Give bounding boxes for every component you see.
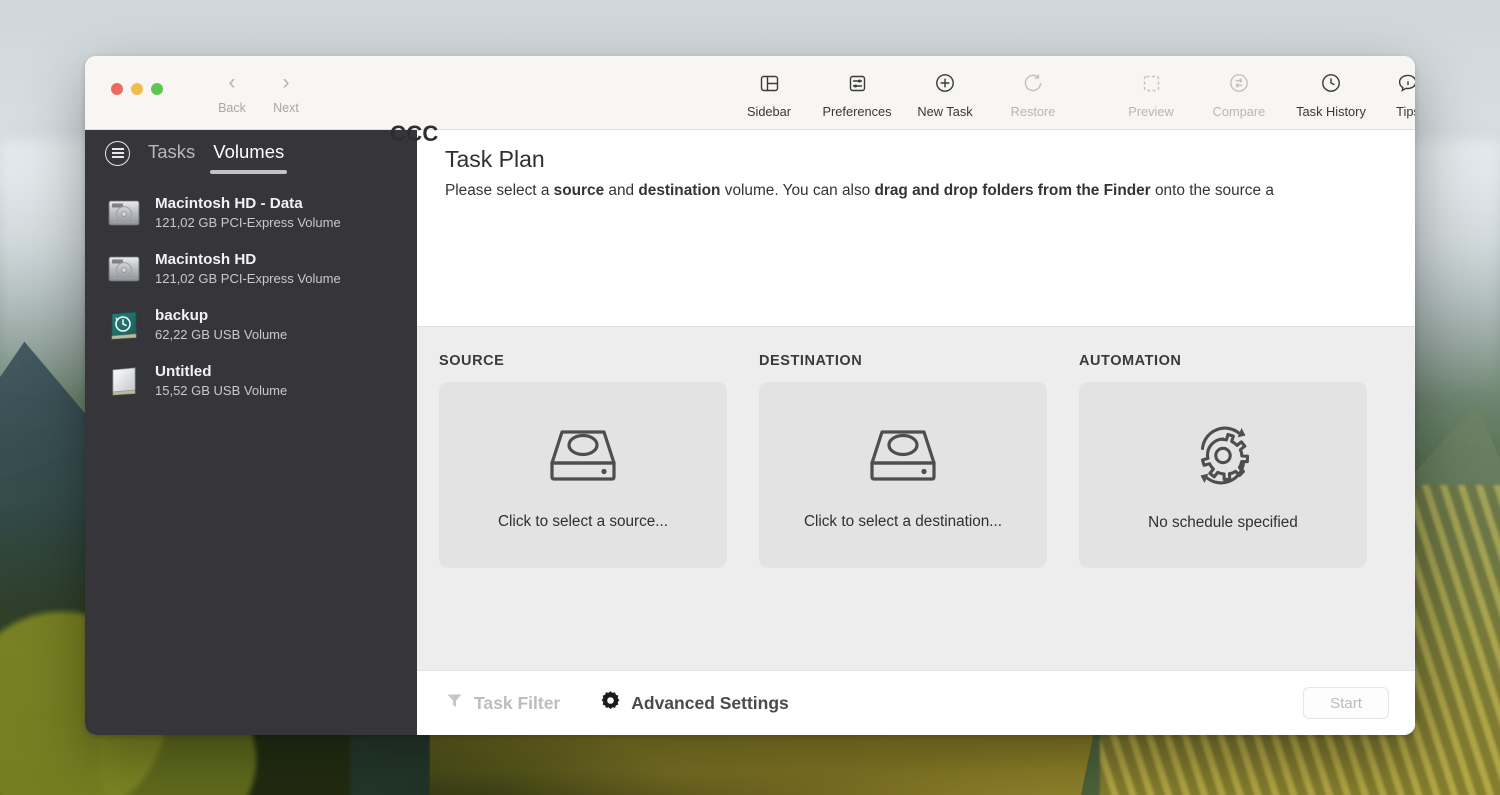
navigation-group: ‹ Back › Next: [205, 70, 313, 115]
sidebar: Tasks Volumes Macintosh HD - Data 121,02…: [85, 130, 417, 735]
desc-part-4: onto the source a: [1150, 182, 1274, 199]
desc-bold-dragdrop: drag and drop folders from the Finder: [874, 182, 1151, 199]
task-plan-description: Please select a source and destination v…: [445, 182, 1415, 200]
back-button[interactable]: ‹ Back: [205, 70, 259, 115]
toolbar-task-history-button[interactable]: Task History: [1283, 68, 1379, 119]
automation-panel: AUTOMATION No schedule specified: [1079, 353, 1367, 670]
back-button-label: Back: [218, 101, 246, 115]
page-title: Task Plan: [445, 146, 545, 172]
hard-drive-icon: [862, 419, 944, 491]
window-toolbar: ‹ Back › Next CCC Sidebar Preferences Ne…: [85, 56, 1415, 146]
sliders-icon: [813, 68, 901, 98]
toolbar-restore-label: Restore: [1010, 104, 1056, 119]
toolbar-items: Sidebar Preferences New Task Restore Pre…: [725, 68, 1415, 119]
zoom-button[interactable]: [151, 83, 163, 95]
toolbar-preview-button[interactable]: Preview: [1107, 68, 1195, 119]
toolbar-preferences-label: Preferences: [822, 104, 892, 119]
restore-icon: [989, 68, 1077, 98]
destination-panel-heading: DESTINATION: [759, 353, 863, 369]
volume-name: backup: [155, 307, 209, 325]
toolbar-preferences-button[interactable]: Preferences: [813, 68, 901, 119]
chevron-left-icon: ‹: [228, 71, 236, 94]
toolbar-task-history-label: Task History: [1296, 104, 1366, 119]
source-panel: SOURCE Click to select a source...: [439, 353, 727, 670]
ccc-app-window: ‹ Back › Next CCC Sidebar Preferences Ne…: [85, 56, 1415, 735]
volume-name: Macintosh HD - Data: [155, 195, 303, 213]
automation-dropzone[interactable]: No schedule specified: [1079, 382, 1367, 568]
sidebar-tab-volumes[interactable]: Volumes: [210, 141, 288, 174]
minimize-button[interactable]: [131, 83, 143, 95]
toolbar-compare-label: Compare: [1212, 104, 1266, 119]
next-button[interactable]: › Next: [259, 70, 313, 115]
close-button[interactable]: [111, 83, 123, 95]
main-footer: Task Filter Advanced Settings Start: [417, 670, 1415, 735]
info-bubble-icon: [1379, 68, 1415, 98]
hard-drive-icon: [542, 419, 624, 491]
toolbar-tips-label: Tips: [1396, 104, 1415, 119]
sidebar-tab-bar: Tasks Volumes: [85, 130, 417, 176]
toolbar-compare-button[interactable]: Compare: [1195, 68, 1283, 119]
funnel-icon: [445, 691, 464, 715]
volume-list: Macintosh HD - Data 121,02 GB PCI-Expres…: [85, 176, 417, 409]
preview-icon: [1107, 68, 1195, 98]
source-dropzone[interactable]: Click to select a source...: [439, 382, 727, 568]
desc-part-2: and: [604, 182, 639, 199]
task-filter-button[interactable]: Task Filter: [445, 691, 560, 715]
main-content: Task Plan Please select a source and des…: [417, 130, 1415, 735]
next-button-label: Next: [273, 101, 299, 115]
automation-dropzone-label: No schedule specified: [1148, 514, 1298, 531]
toolbar-new-task-label: New Task: [917, 104, 973, 119]
toolbar-preview-label: Preview: [1128, 104, 1174, 119]
volume-list-item[interactable]: Macintosh HD - Data 121,02 GB PCI-Expres…: [85, 185, 417, 241]
toolbar-sidebar-label: Sidebar: [746, 104, 792, 119]
timemachine-disk-icon: [105, 308, 143, 342]
advanced-settings-button[interactable]: Advanced Settings: [600, 690, 789, 716]
volume-list-item[interactable]: Untitled 15,52 GB USB Volume: [85, 353, 417, 409]
traffic-light-group: [111, 83, 163, 95]
desc-part-3: volume. You can also: [720, 182, 875, 199]
advanced-settings-label: Advanced Settings: [631, 692, 789, 713]
destination-dropzone-label: Click to select a destination...: [803, 513, 1003, 530]
volume-list-item[interactable]: Macintosh HD 121,02 GB PCI-Express Volum…: [85, 241, 417, 297]
volume-details: 15,52 GB USB Volume: [155, 383, 288, 399]
hamburger-circle-icon[interactable]: [105, 140, 130, 166]
source-dropzone-label: Click to select a source...: [497, 513, 669, 530]
gear-icon: [600, 690, 621, 716]
automation-panel-heading: AUTOMATION: [1079, 353, 1182, 369]
internal-disk-icon: [105, 196, 143, 230]
window-body: Tasks Volumes Macintosh HD - Data 121,02…: [85, 130, 1415, 735]
volume-details: 121,02 GB PCI-Express Volume: [155, 215, 341, 231]
volume-name: Untitled: [155, 363, 212, 381]
toolbar-sidebar-button[interactable]: Sidebar: [725, 68, 813, 119]
desc-bold-destination: destination: [638, 182, 721, 199]
toolbar-tips-button[interactable]: Tips: [1379, 68, 1415, 119]
toolbar-restore-button[interactable]: Restore: [989, 68, 1077, 119]
volume-details: 121,02 GB PCI-Express Volume: [155, 271, 341, 287]
destination-dropzone[interactable]: Click to select a destination...: [759, 382, 1047, 568]
sidebar-tab-tasks[interactable]: Tasks: [148, 141, 195, 166]
desc-bold-source: source: [553, 182, 605, 199]
task-filter-label: Task Filter: [474, 692, 561, 713]
toolbar-new-task-button[interactable]: New Task: [901, 68, 989, 119]
start-button[interactable]: Start: [1303, 687, 1389, 719]
volume-details: 62,22 GB USB Volume: [155, 327, 288, 343]
destination-panel: DESTINATION Click to select a destinatio…: [759, 353, 1047, 670]
desc-part-1: Please select a: [445, 182, 554, 199]
volume-list-item[interactable]: backup 62,22 GB USB Volume: [85, 297, 417, 353]
task-panels-region: SOURCE Click to select a source... DESTI…: [417, 326, 1415, 670]
plus-circle-icon: [901, 68, 989, 98]
compare-icon: [1195, 68, 1283, 98]
internal-disk-icon: [105, 252, 143, 286]
chevron-right-icon: ›: [282, 71, 290, 94]
external-disk-icon: [105, 364, 143, 398]
task-plan-header: Task Plan Please select a source and des…: [417, 130, 1415, 326]
clock-icon: [1283, 68, 1379, 98]
sidebar-icon: [725, 68, 813, 98]
source-panel-heading: SOURCE: [439, 353, 505, 369]
volume-name: Macintosh HD: [155, 251, 257, 269]
gear-refresh-icon: [1182, 418, 1264, 492]
